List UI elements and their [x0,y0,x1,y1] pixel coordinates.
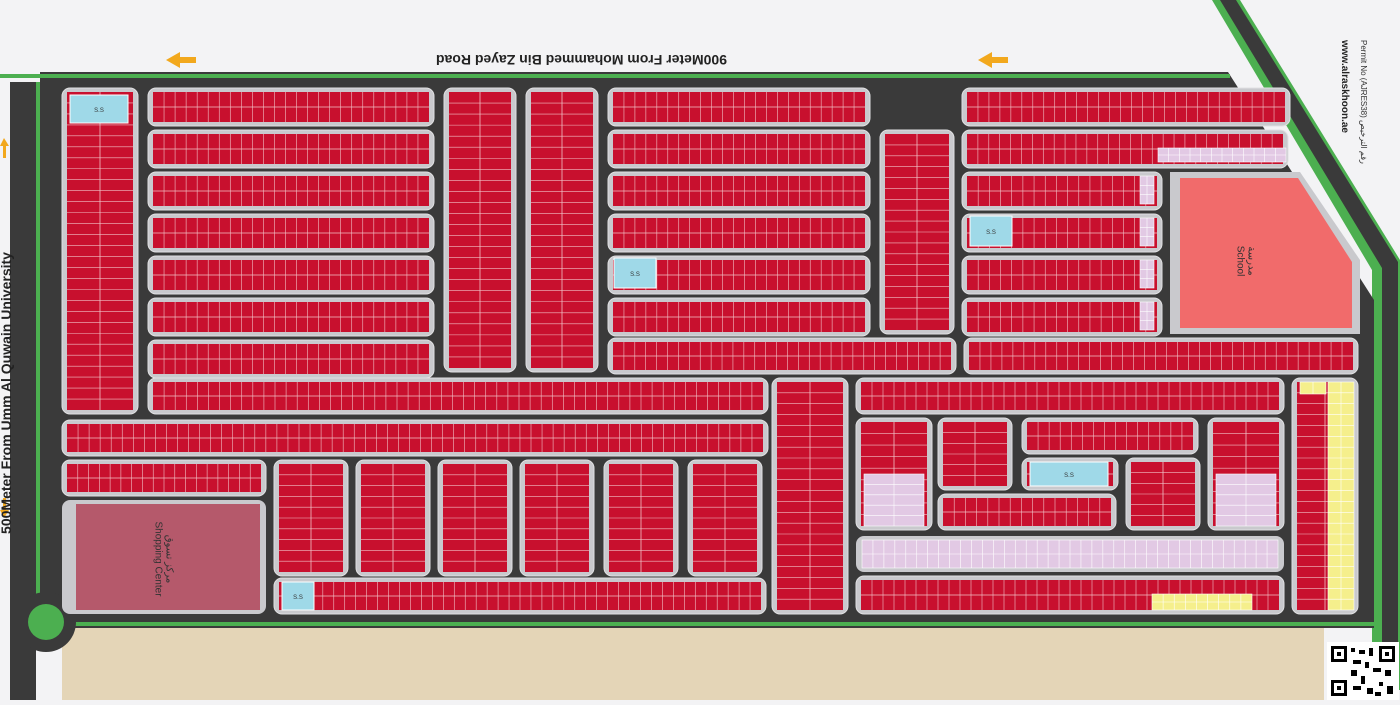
block-right-row-8[interactable] [1021,417,1199,455]
qr-icon [1331,646,1395,696]
block-lower-v-5[interactable] [603,459,679,577]
block-tall-a[interactable] [443,87,517,373]
block-left-row-2[interactable] [147,129,435,169]
qr-code[interactable] [1327,642,1399,700]
lavender-end-3[interactable] [1139,175,1155,205]
university-road-label: 500Meter From Umm Al Quwain University [0,252,14,534]
master-plan-map: S.S S.S S.S S.S S.S 900Meter From Mohammed B… [0,0,1400,700]
block-tall-b[interactable] [525,87,599,373]
lavender-end-4[interactable] [1139,217,1155,247]
shopping-label-en: Shopping Center [152,521,164,597]
block-mid-right-tall[interactable] [771,377,849,615]
block-right-row-1[interactable] [961,87,1291,127]
block-row-full-1[interactable] [147,377,769,415]
block-lower-v-3[interactable] [437,459,513,577]
substation-1[interactable]: S.S [69,94,129,124]
substation-code: S.S [986,230,996,236]
block-lower-v-1[interactable] [273,459,349,577]
lavender-end-6[interactable] [1139,301,1155,331]
shopping-label: مركز تسوق Shopping Center [153,521,175,596]
block-row-long-b[interactable] [963,337,1359,375]
block-mid-row-2[interactable] [607,129,871,169]
block-left-row-3[interactable] [147,171,435,211]
side-note: www.alraskhoon.ae Permit No (AJRES38) رق… [1339,20,1394,164]
lavender-block-2[interactable] [1215,473,1277,527]
up-arrow-icon [0,138,9,158]
substation-code: S.S [1064,473,1074,479]
yellow-strip[interactable] [1151,593,1253,611]
block-left-row-6[interactable] [147,297,435,337]
lavender-row[interactable] [861,539,1279,569]
block-left-tall[interactable] [61,87,139,415]
block-row-full-2[interactable] [61,419,769,457]
yellow-column[interactable] [1327,381,1355,611]
substation-code: S.S [293,595,303,601]
left-green-strip [36,82,40,622]
yellow-top[interactable] [1299,381,1327,395]
substation-code: S.S [94,108,104,114]
sand-area [62,628,1324,700]
substation-4[interactable]: S.S [281,581,315,611]
substation-3[interactable]: S.S [969,215,1013,247]
school-label: مدرسة School [1234,246,1256,277]
block-row-long-a[interactable] [607,337,957,375]
block-right-row-5[interactable] [961,255,1163,295]
block-lower-row[interactable] [273,577,767,615]
block-lower-v-6[interactable] [687,459,763,577]
shopping-label-ar: مركز تسوق [163,534,175,584]
block-mid-row-1[interactable] [607,87,871,127]
block-mid-row-6[interactable] [607,297,871,337]
school-label-ar: مدرسة [1245,246,1257,276]
block-row-small[interactable] [61,459,267,497]
block-right-row-3[interactable] [961,171,1163,211]
lavender-end-5[interactable] [1139,259,1155,289]
substation-2[interactable]: S.S [613,257,657,289]
substation-code: S.S [630,272,640,278]
block-left-row-4[interactable] [147,213,435,253]
lavender-block-1[interactable] [863,473,925,527]
block-right-row-7[interactable] [855,377,1285,415]
school-label-en: School [1234,245,1246,277]
top-road-label: 900Meter From Mohammed Bin Zayed Road [166,48,996,72]
block-right-row-9[interactable] [937,493,1117,531]
block-left-row-5[interactable] [147,255,435,295]
roundabout-center [28,604,64,640]
permit-text: Permit No (AJRES38) رقم الترخيص [1359,40,1368,164]
substation-5[interactable]: S.S [1029,461,1109,487]
block-right-row-6[interactable] [961,297,1163,337]
top-road-text: 900Meter From Mohammed Bin Zayed Road [435,52,727,68]
block-mid-row-3[interactable] [607,171,871,211]
lavender-strip-1[interactable] [1157,147,1287,163]
map-canvas: S.S S.S S.S S.S S.S [0,0,1400,700]
block-mid-row-4[interactable] [607,213,871,253]
block-mid-tall[interactable] [879,129,955,335]
block-lower-v-4[interactable] [519,459,595,577]
block-right-v-3[interactable] [1125,457,1201,531]
block-left-row-1[interactable] [147,87,435,127]
website-text: www.alraskhoon.ae [1339,40,1350,133]
block-right-v-2[interactable] [937,417,1013,491]
block-left-row-7[interactable] [147,339,435,379]
bottom-green-strip [40,622,1374,626]
block-lower-v-2[interactable] [355,459,431,577]
top-green-strip [0,74,1230,78]
